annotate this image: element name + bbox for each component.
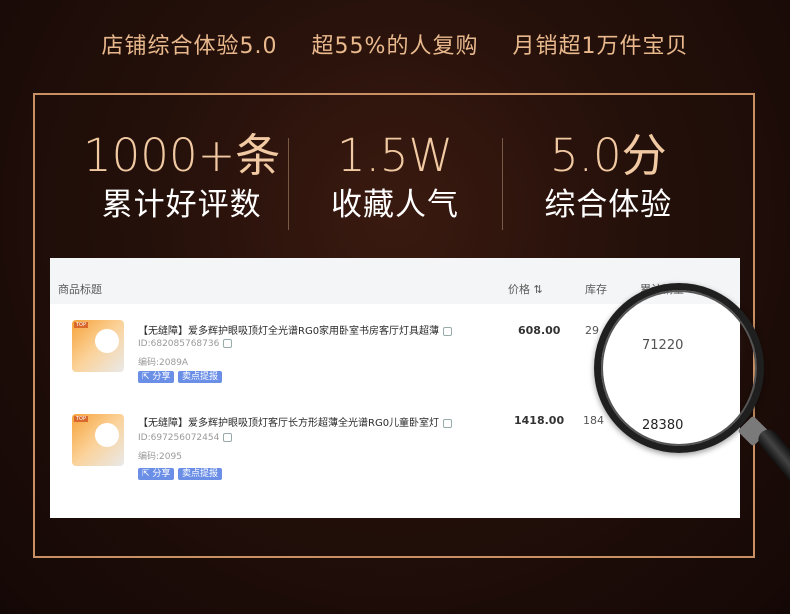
product-code: 编码:2095 <box>138 452 182 462</box>
copy-icon[interactable] <box>443 326 453 336</box>
magnifier-handle-icon <box>754 425 790 493</box>
thumb-tag: TOP <box>74 416 89 422</box>
stat-favorites-label: 收藏人气 <box>330 187 459 223</box>
banner-item-repurchase: 超55%的人复购 <box>311 34 479 59</box>
copy-icon[interactable] <box>223 433 233 442</box>
stat-reviews: 1000+条 累计好评数 <box>75 130 288 240</box>
copy-icon[interactable] <box>443 418 453 428</box>
share-button[interactable]: ⇱ 分享 <box>138 371 175 383</box>
stock-value: 29 <box>585 324 599 337</box>
banner-item-experience: 店铺综合体验5.0 <box>101 34 278 59</box>
selling-point-button[interactable]: 卖点提报 <box>178 468 223 480</box>
product-thumbnail[interactable]: TOP <box>72 414 124 466</box>
stats-row: 1000+条 累计好评数 1.5W 收藏人气 5.0分 综合体验 <box>75 130 715 240</box>
banner-item-monthly-sales: 月销超1万件宝贝 <box>512 34 689 59</box>
price-value: 1418.00 <box>514 414 565 427</box>
copy-icon[interactable] <box>223 339 233 348</box>
selling-point-button[interactable]: 卖点提报 <box>178 371 223 383</box>
stat-favorites-value: 1.5W <box>336 129 454 182</box>
header-price[interactable]: 价格 ⇅ <box>508 281 543 297</box>
product-thumbnail[interactable]: TOP <box>72 320 124 372</box>
top-banner: 店铺综合体验5.0 超55%的人复购 月销超1万件宝贝 <box>0 24 790 64</box>
sort-icon[interactable]: ⇅ <box>534 283 543 296</box>
stat-experience-label: 综合体验 <box>544 187 673 223</box>
stat-reviews-label: 累计好评数 <box>101 187 262 223</box>
product-title[interactable]: 【无缝障】爱多辉护眼吸顶灯客厅长方形超薄全光谱RG0儿童卧室灯 <box>138 414 453 429</box>
stock-value: 184 <box>583 414 604 427</box>
thumb-tag: TOP <box>74 322 89 328</box>
stat-reviews-value: 1000+条 <box>83 129 281 182</box>
stat-experience-value: 5.0分 <box>550 129 667 182</box>
product-id: ID:682085768736 <box>138 339 233 349</box>
header-stock[interactable]: 库存 <box>585 281 607 297</box>
product-id: ID:697256072454 <box>138 433 233 443</box>
product-code: 编码:2089A <box>138 358 189 368</box>
stat-experience: 5.0分 综合体验 <box>501 129 715 240</box>
magnifier-lens-icon <box>594 283 764 453</box>
header-title: 商品标题 <box>58 283 102 296</box>
share-button[interactable]: ⇱ 分享 <box>138 468 175 480</box>
product-title[interactable]: 【无缝障】爱多辉护眼吸顶灯全光谱RG0家用卧室书房客厅灯具超薄 <box>138 322 453 337</box>
stat-favorites: 1.5W 收藏人气 <box>288 130 501 240</box>
price-value: 608.00 <box>518 324 561 337</box>
